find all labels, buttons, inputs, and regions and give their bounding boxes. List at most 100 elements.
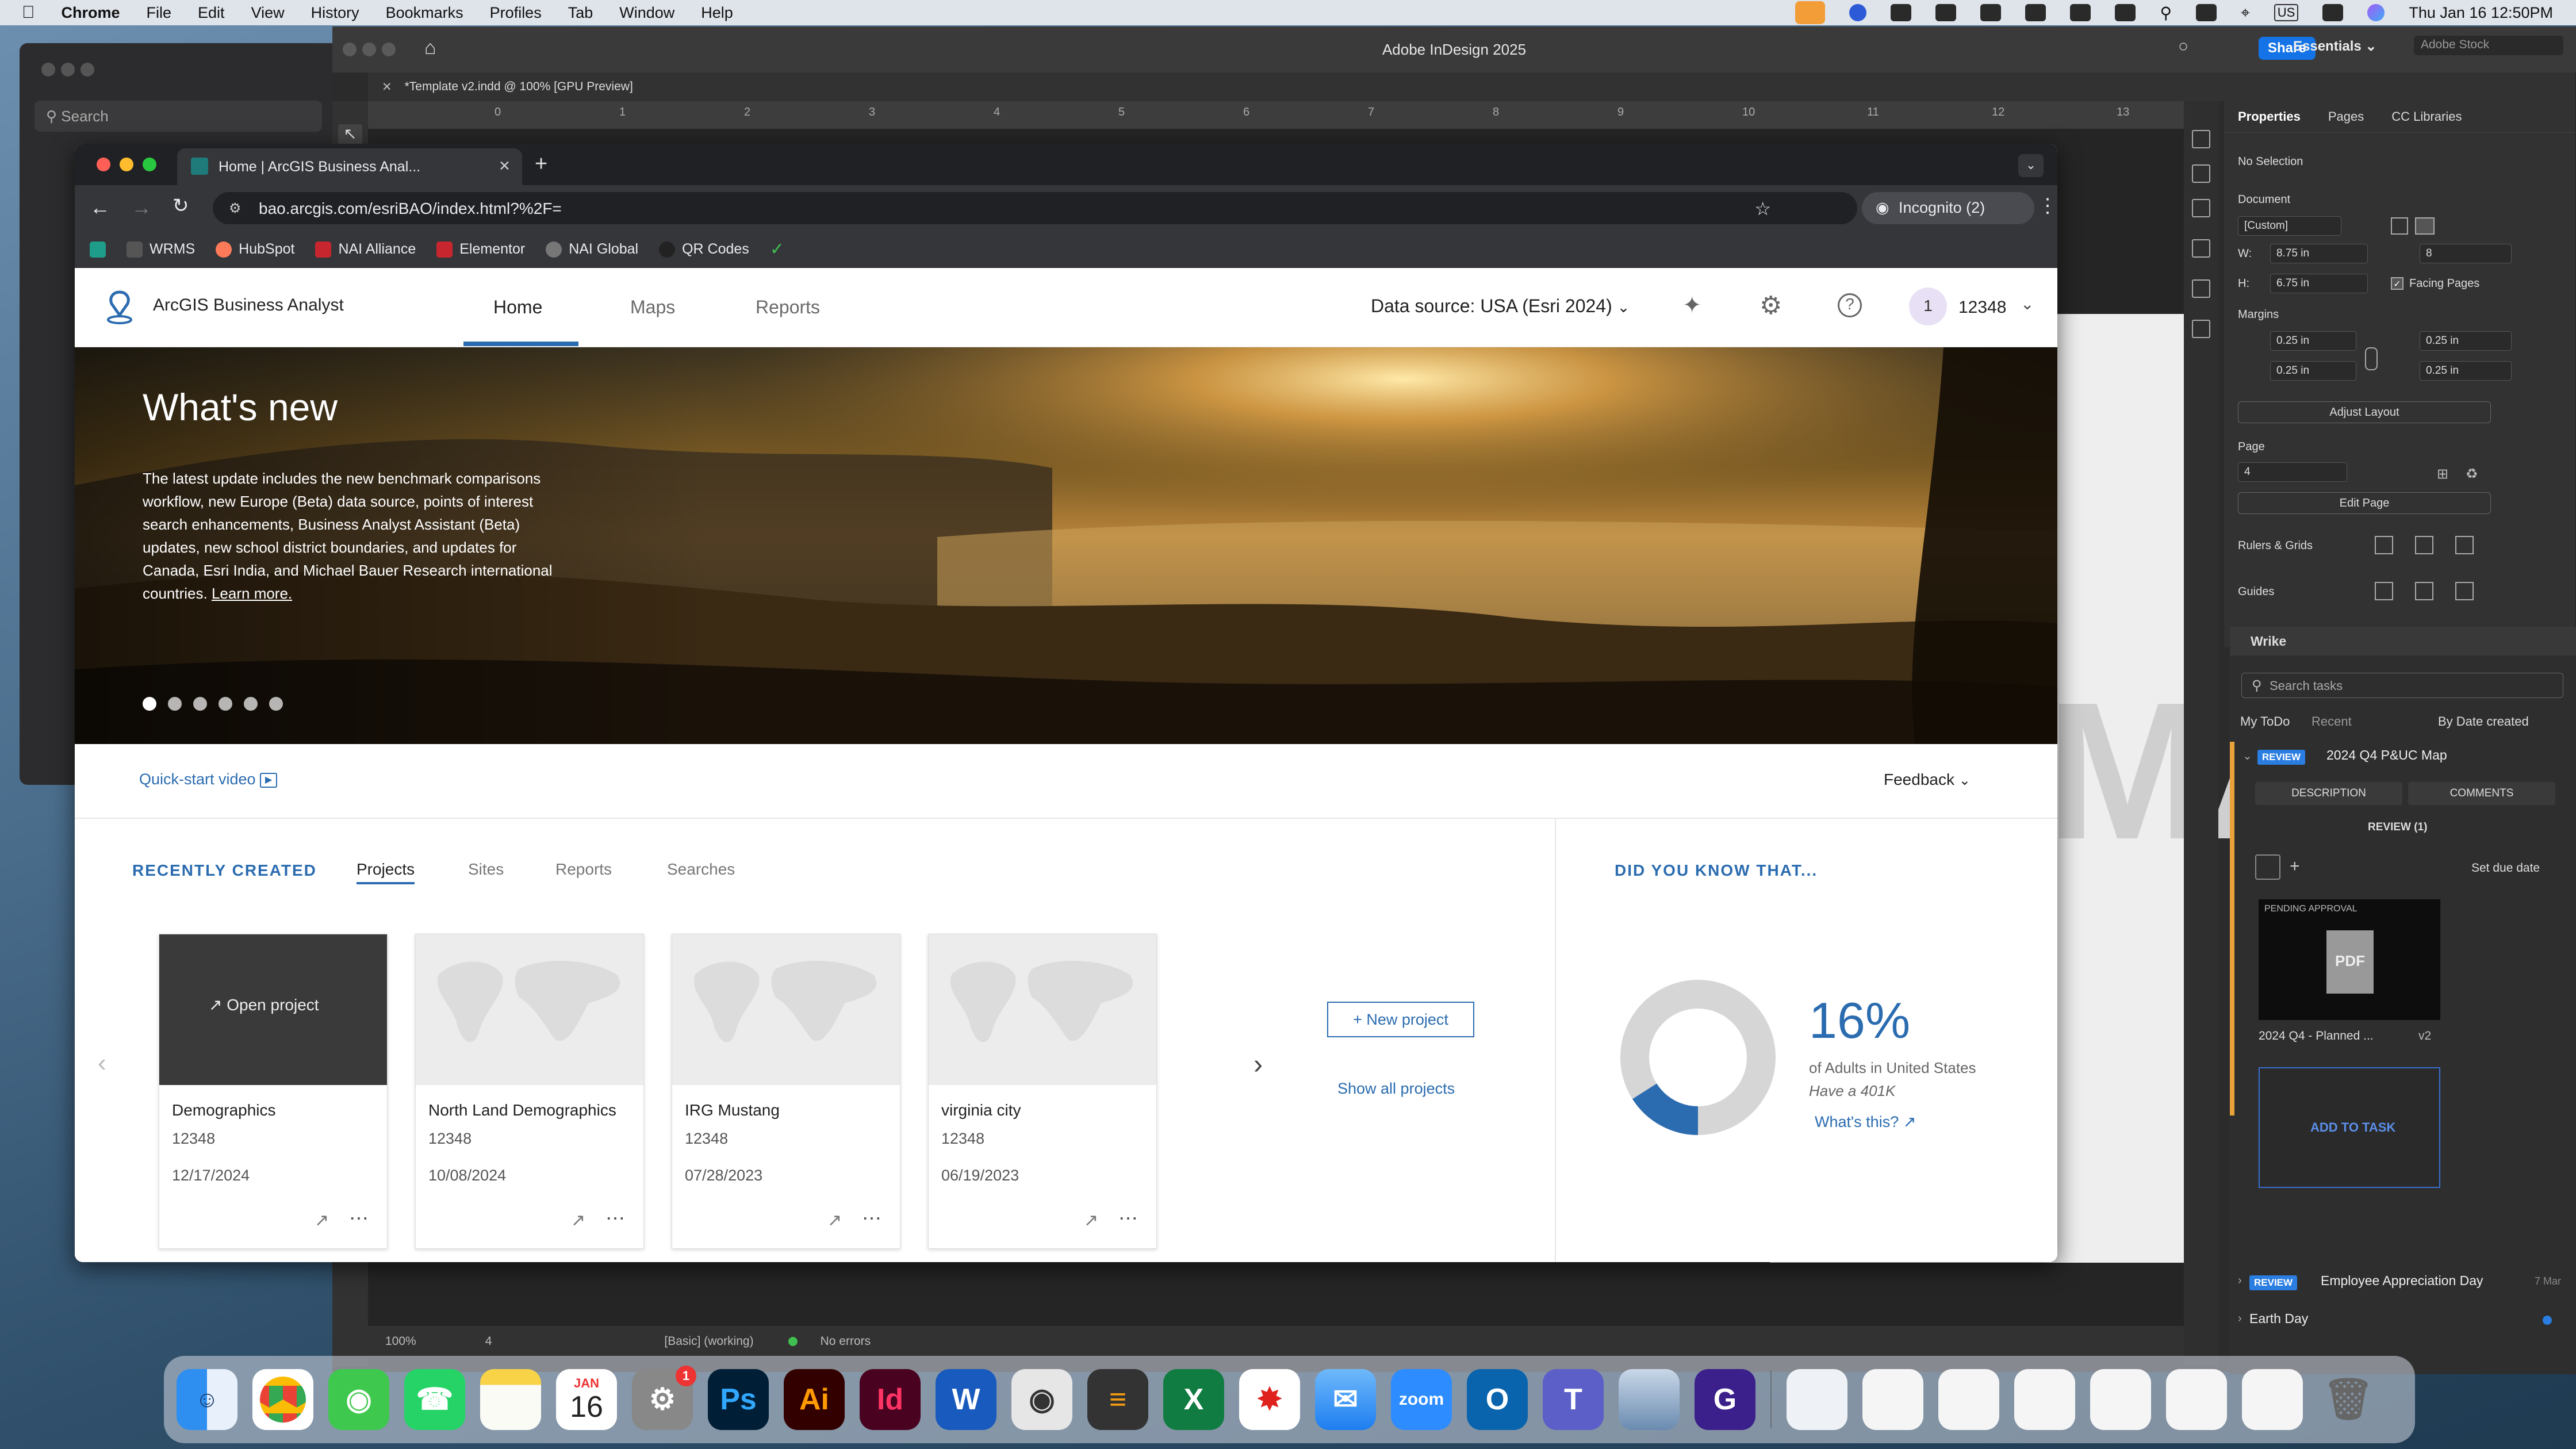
project-card-virginia-city[interactable]: virginia city 12348 06/19/2023 ↗ ⋯ bbox=[928, 934, 1157, 1249]
share-icon[interactable]: ↗ bbox=[827, 1210, 842, 1230]
excel-icon[interactable]: X bbox=[1163, 1369, 1224, 1430]
close-window-button[interactable] bbox=[97, 158, 110, 171]
tab-projects[interactable]: Projects bbox=[356, 860, 415, 884]
sort-dropdown[interactable]: By Date created bbox=[2438, 714, 2529, 729]
address-bar[interactable]: ⚙ bao.arcgis.com/esriBAO/index.html?%2F=… bbox=[213, 192, 1857, 224]
preview-icon[interactable] bbox=[1619, 1369, 1680, 1430]
carousel-dot[interactable] bbox=[244, 697, 258, 711]
recent-document-icon[interactable] bbox=[2242, 1369, 2303, 1430]
nav-reports[interactable]: Reports bbox=[756, 297, 820, 318]
menu-file[interactable]: File bbox=[147, 4, 172, 22]
notes-icon[interactable] bbox=[480, 1369, 541, 1430]
settings-icon[interactable]: ⚙ 1 bbox=[632, 1366, 696, 1430]
minimize-window-button[interactable] bbox=[120, 158, 133, 171]
pages-panel-icon[interactable] bbox=[2192, 130, 2210, 148]
tab-my-todo[interactable]: My ToDo bbox=[2240, 714, 2290, 729]
bookmark-app[interactable] bbox=[90, 241, 106, 258]
recent-document-icon[interactable] bbox=[2166, 1369, 2227, 1430]
assistant-sparkle-icon[interactable]: ✦ bbox=[1682, 292, 1702, 319]
teams-icon[interactable]: T bbox=[1543, 1369, 1604, 1430]
feedback-dropdown[interactable]: Feedback ⌄ bbox=[1884, 770, 1971, 789]
messages-icon[interactable]: ◉ bbox=[328, 1369, 389, 1430]
carousel-dot-active[interactable] bbox=[143, 697, 156, 711]
bookmark-hubspot[interactable]: HubSpot bbox=[216, 241, 294, 258]
more-options-icon[interactable]: ⋯ bbox=[1118, 1207, 1139, 1230]
comments-button[interactable]: COMMENTS bbox=[2408, 782, 2555, 805]
portrait-orientation-icon[interactable] bbox=[2391, 217, 2408, 235]
add-page-icon[interactable]: ⊞ bbox=[2437, 466, 2448, 482]
margin-right-field[interactable]: 0.25 in bbox=[2420, 361, 2512, 381]
bookmark-elementor[interactable]: Elementor bbox=[436, 241, 525, 258]
preflight-profile[interactable]: [Basic] (working) bbox=[664, 1335, 753, 1348]
tab-recent[interactable]: Recent bbox=[2312, 714, 2352, 729]
new-project-button[interactable]: + New project bbox=[1327, 1002, 1474, 1037]
finder-search-field[interactable]: ⚲ Search bbox=[34, 101, 322, 132]
incognito-indicator[interactable]: ◉ Incognito (2) bbox=[1862, 192, 2034, 224]
adjust-layout-button[interactable]: Adjust Layout bbox=[2238, 401, 2491, 423]
bookmark-wrms[interactable]: WRMS bbox=[126, 241, 195, 258]
arcgis-logo-icon[interactable] bbox=[105, 290, 135, 324]
finder-icon[interactable]: ☺ bbox=[177, 1369, 237, 1430]
task-title[interactable]: 2024 Q4 P&UC Map bbox=[2326, 747, 2447, 763]
grammarly-icon[interactable]: G bbox=[1695, 1369, 1755, 1430]
chevron-right-icon[interactable]: › bbox=[2238, 1274, 2242, 1287]
project-card-irg-mustang[interactable]: IRG Mustang 12348 07/28/2023 ↗ ⋯ bbox=[672, 934, 900, 1249]
app-name[interactable]: ArcGIS Business Analyst bbox=[153, 296, 344, 315]
new-tab-icon[interactable]: + bbox=[535, 152, 547, 177]
whatsapp-icon[interactable]: ☎ bbox=[404, 1369, 465, 1430]
trash-icon[interactable]: 🗑 bbox=[2318, 1369, 2379, 1430]
menu-view[interactable]: View bbox=[251, 4, 285, 22]
nav-home[interactable]: Home bbox=[493, 297, 542, 318]
input-source[interactable]: US bbox=[2274, 4, 2299, 21]
menu-window[interactable]: Window bbox=[619, 4, 674, 22]
landscape-orientation-icon[interactable] bbox=[2415, 217, 2435, 235]
help-icon[interactable]: ? bbox=[1838, 293, 1862, 317]
set-due-date-button[interactable]: Set due date bbox=[2471, 861, 2540, 875]
close-icon[interactable]: ✕ bbox=[499, 158, 511, 175]
lock-guides-icon[interactable] bbox=[2455, 582, 2474, 600]
open-project-button[interactable]: ↗ Open project bbox=[209, 995, 319, 1014]
menu-tab[interactable]: Tab bbox=[568, 4, 593, 22]
project-name[interactable]: IRG Mustang bbox=[685, 1101, 780, 1120]
learn-more-link[interactable]: Learn more. bbox=[212, 585, 292, 602]
menu-help[interactable]: Help bbox=[701, 4, 733, 22]
tab-sites[interactable]: Sites bbox=[468, 860, 504, 879]
recent-document-icon[interactable] bbox=[1862, 1369, 1923, 1430]
swatches-panel-icon[interactable] bbox=[2192, 199, 2210, 217]
indesign-minimize-button[interactable] bbox=[362, 43, 376, 56]
chevron-down-icon[interactable]: ⌄ bbox=[2021, 294, 2034, 313]
zoom-level[interactable]: 100% bbox=[385, 1335, 416, 1348]
links-panel-icon[interactable] bbox=[2192, 239, 2210, 258]
user-avatar[interactable]: 1 bbox=[1909, 288, 1947, 325]
guides-toggle-icon[interactable] bbox=[2375, 582, 2393, 600]
more-menu-icon[interactable]: ⋮ bbox=[2038, 194, 2057, 217]
calculator-icon[interactable]: ≡ bbox=[1087, 1369, 1148, 1430]
project-name[interactable]: North Land Demographics bbox=[428, 1101, 616, 1120]
screenshot-icon[interactable]: ◉ bbox=[1011, 1369, 1072, 1430]
recent-document-icon[interactable] bbox=[2090, 1369, 2151, 1430]
width-field[interactable]: 8.75 in bbox=[2270, 244, 2368, 263]
zoom-status-icon[interactable] bbox=[1849, 4, 1867, 21]
wrike-panel-icon[interactable] bbox=[2192, 320, 2210, 338]
task-item-employee-appreciation[interactable]: › REVIEW Employee Appreciation Day 7 Mar bbox=[2230, 1271, 2576, 1294]
file-thumbnail[interactable]: PENDING APPROVAL PDF bbox=[2259, 899, 2440, 1020]
project-name[interactable]: Demographics bbox=[172, 1101, 276, 1120]
smart-guides-icon[interactable] bbox=[2415, 582, 2433, 600]
document-preset-select[interactable]: [Custom] bbox=[2238, 216, 2341, 236]
carousel-dot[interactable] bbox=[218, 697, 232, 711]
add-icon[interactable]: + bbox=[2290, 857, 2300, 876]
project-name[interactable]: virginia city bbox=[941, 1101, 1021, 1120]
mail-icon[interactable]: ✉ bbox=[1315, 1369, 1376, 1430]
menu-history[interactable]: History bbox=[311, 4, 359, 22]
nav-maps[interactable]: Maps bbox=[630, 297, 675, 318]
back-icon[interactable]: ← bbox=[90, 195, 110, 220]
checkbox[interactable] bbox=[2255, 854, 2280, 880]
app-status-icon[interactable] bbox=[1935, 4, 1957, 21]
menu-bookmarks[interactable]: Bookmarks bbox=[386, 4, 463, 22]
baseline-grid-icon[interactable] bbox=[2415, 536, 2433, 554]
margin-left-field[interactable]: 0.25 in bbox=[2420, 331, 2512, 351]
menu-app-name[interactable]: Chrome bbox=[62, 4, 120, 22]
margin-top-field[interactable]: 0.25 in bbox=[2270, 331, 2356, 351]
tab-search-icon[interactable]: ⌄ bbox=[2018, 154, 2044, 177]
recent-document-icon[interactable] bbox=[2014, 1369, 2075, 1430]
